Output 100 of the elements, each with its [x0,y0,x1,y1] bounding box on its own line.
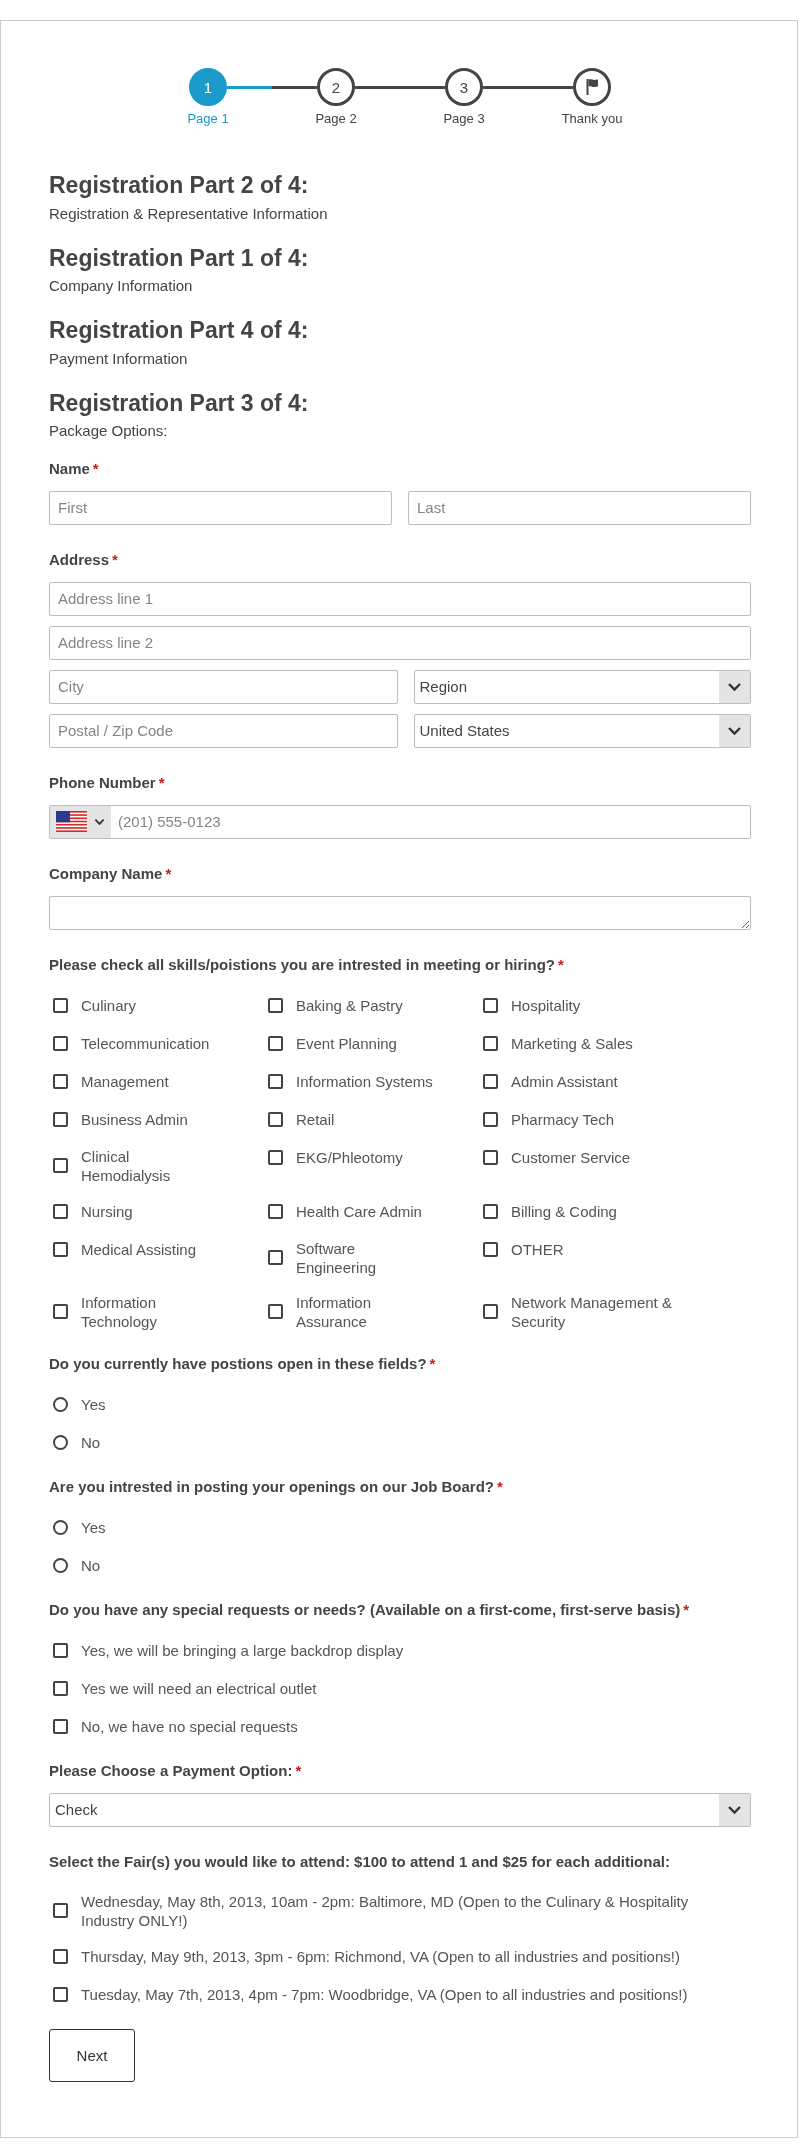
checkbox[interactable] [52,1304,68,1319]
field-label: Name [49,459,90,478]
checkbox[interactable] [267,998,283,1013]
required-mark: * [497,1477,503,1496]
checkbox[interactable] [267,1036,283,1051]
option-label: Pharmacy Tech [511,1110,615,1129]
required-mark: * [158,773,165,792]
option-label: Business Admin [81,1110,188,1129]
input-field[interactable]: Address line 2 [49,625,751,660]
option-label: Event Planning [296,1034,397,1053]
checkbox[interactable] [267,1304,283,1319]
input-field[interactable]: Postal / Zip Code [49,713,398,748]
radio-button[interactable] [52,1520,68,1535]
option-label: Information Assurance [296,1292,373,1331]
checkbox[interactable] [52,1242,68,1257]
option-label: Yes [81,1518,106,1537]
required-mark: * [112,550,118,569]
checkbox[interactable] [52,1903,68,1918]
checkbox[interactable] [52,1719,68,1734]
checkbox[interactable] [482,1304,498,1319]
phone-field[interactable]: (201) 555-0123 [49,804,751,839]
option-label: Customer Service [511,1148,631,1167]
option-label: Yes [81,1395,106,1414]
option-label: Wednesday, May 8th, 2013, 10am - 2pm: Baltimore, MD (Open to the Culinary & Hospitality Industry ONLY!) [81,1891,690,1930]
required-mark: * [429,1354,436,1373]
chevron-down-icon [719,1793,750,1826]
checkbox[interactable] [267,1150,283,1165]
checkbox[interactable] [52,1158,68,1173]
checkbox[interactable] [267,1250,283,1265]
option-label: Baking & Pastry [296,996,403,1015]
step-label: Page 1 [187,111,229,127]
checkbox[interactable] [267,1204,283,1219]
chevron-down-icon [94,817,105,826]
required-mark: * [295,1761,302,1780]
field-label: Select the Fair(s) you would like to attend: $100 to attend 1 and $25 for each additional: [49,1852,670,1871]
required-mark: * [92,459,99,478]
option-label: OTHER [511,1240,564,1259]
checkbox[interactable] [482,1074,498,1089]
option-label: Clinical Hemodialysis [81,1146,172,1185]
checkbox[interactable] [482,1204,498,1219]
select-field[interactable]: United States [413,713,751,748]
step-marker: 3 [445,68,483,106]
option-label: Marketing & Sales [511,1034,633,1053]
select-field[interactable]: Check [49,1792,751,1827]
checkbox[interactable] [482,998,498,1013]
option-label: Software Engineering [296,1238,378,1277]
checkbox[interactable] [52,1987,68,2002]
checkbox[interactable] [52,1112,68,1127]
checkbox[interactable] [52,1036,68,1051]
input-field[interactable]: First [49,490,392,525]
country-picker[interactable] [50,805,111,838]
section-heading: Registration Part 3 of 4: [49,388,309,417]
option-label: Billing & Coding [511,1202,617,1221]
section-subtitle: Registration & Representative Information [49,203,328,223]
option-label: Yes, we will be bringing a large backdrop display [81,1641,404,1660]
text-area-field[interactable] [49,895,751,930]
radio-button[interactable] [52,1558,68,1573]
field-label: Address [49,550,110,569]
input-field[interactable]: Last [408,490,751,525]
checkbox[interactable] [267,1112,283,1127]
checkbox[interactable] [482,1036,498,1051]
field-label: Please check all skills/poistions you are intrested in meeting or hiring? [49,955,555,974]
select-field[interactable]: Region [413,669,751,704]
checkbox[interactable] [52,1074,68,1089]
option-label: Thursday, May 9th, 2013, 3pm - 6pm: Richmond, VA (Open to all industries and positions!) [81,1947,680,1966]
radio-button[interactable] [52,1435,68,1450]
next-button[interactable]: Next [49,2029,135,2082]
checkbox[interactable] [52,998,68,1013]
field-label: Are you intrested in posting your openings on our Job Board? [49,1477,494,1496]
input-field[interactable]: City [49,669,398,704]
field-label: Please Choose a Payment Option: [49,1761,293,1780]
checkbox[interactable] [52,1949,68,1964]
input-field[interactable]: Address line 1 [49,581,751,616]
option-label: Hospitality [511,996,581,1015]
option-label: Telecommunication [81,1034,210,1053]
checkbox[interactable] [52,1681,68,1696]
option-label: Medical Assisting [81,1240,197,1259]
step-marker: 1 [189,68,227,106]
checkbox[interactable] [482,1242,498,1257]
chevron-down-icon [719,670,750,703]
section-heading: Registration Part 4 of 4: [49,316,309,344]
checkbox[interactable] [482,1150,498,1165]
option-label: Information Systems [296,1072,433,1091]
option-label: Culinary [81,996,137,1015]
checkbox[interactable] [267,1074,283,1089]
checkbox[interactable] [482,1112,498,1127]
checkbox[interactable] [52,1643,68,1658]
checkbox[interactable] [52,1204,68,1219]
us-flag-icon [56,811,87,832]
option-label: EKG/Phleotomy [296,1148,403,1167]
radio-button[interactable] [52,1397,68,1412]
field-label: Do you have any special requests or needs? (Available on a first-come, first-serve basis) [49,1600,681,1619]
step-label: Thank you [561,111,623,127]
chevron-down-icon [719,714,750,747]
option-label: Network Management & Security [511,1292,673,1331]
field-label: Do you currently have postions open in these fields? [49,1354,427,1373]
required-mark: * [165,864,172,883]
step-marker: 2 [317,68,355,106]
option-label: No [81,1556,101,1575]
required-mark: * [683,1600,690,1619]
